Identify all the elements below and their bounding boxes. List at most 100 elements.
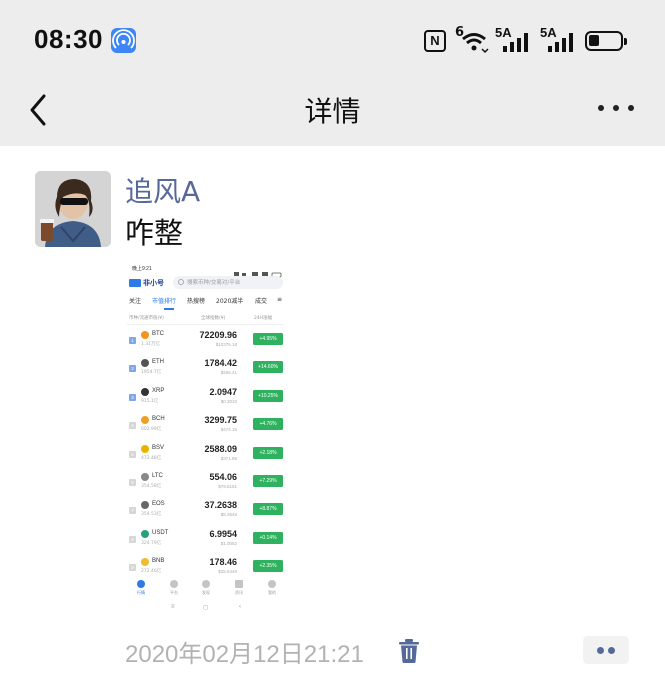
news-icon bbox=[235, 580, 243, 588]
signal-icon: 5A bbox=[495, 25, 535, 55]
coin-row: 4 BCH 602.99亿 3299.75 $474.15 +4.76% bbox=[123, 413, 288, 441]
dot bbox=[613, 105, 619, 111]
profile-icon bbox=[268, 580, 276, 588]
menu-icon: ≡ bbox=[277, 296, 283, 303]
bottom-tab: 发现 bbox=[196, 580, 216, 596]
post-timestamp: 2020年02月12日21:21 bbox=[125, 641, 364, 668]
image-tab-underline bbox=[164, 308, 174, 310]
chart-icon bbox=[137, 580, 145, 588]
coin-row: 8 USDT 324.79亿 6.9954 $1.0052 +0.14% bbox=[123, 527, 288, 555]
coin-usd-price: $256.41 bbox=[220, 370, 237, 376]
coin-change-badge: +7.29% bbox=[253, 475, 283, 487]
image-tab: 热搜榜 bbox=[187, 298, 206, 305]
coin-icon bbox=[141, 416, 149, 425]
image-tab-active: 市值排行 bbox=[152, 298, 177, 305]
coin-change-badge: +8.87% bbox=[253, 503, 283, 516]
discover-icon bbox=[202, 580, 210, 588]
coin-price: 178.46 bbox=[209, 557, 237, 568]
trash-icon[interactable] bbox=[398, 638, 420, 664]
dot bbox=[608, 647, 615, 654]
image-tab: 成交 bbox=[255, 298, 268, 305]
coin-market-cap: 602.99亿 bbox=[141, 427, 162, 433]
image-app-name: 非小号 bbox=[143, 279, 164, 287]
status-bar: 08:30 N 6 5A 5A bbox=[0, 0, 665, 80]
coin-change-badge: +10.25% bbox=[253, 389, 283, 402]
coin-symbol: XRP bbox=[152, 387, 165, 394]
coin-row: 7 EOS 354.53亿 37.2638 $5.3546 +8.87% bbox=[123, 498, 288, 526]
signal-icon: 5A bbox=[540, 25, 580, 55]
image-bottom-tabs: 行情 平台 发现 资讯 我的 bbox=[123, 580, 288, 602]
battery-nub bbox=[624, 38, 627, 45]
coin-icon bbox=[141, 558, 149, 567]
more-dots-icon[interactable] bbox=[596, 100, 636, 116]
coin-market-cap: 472.48亿 bbox=[141, 455, 162, 461]
col-header: 币种/流通市值(¥) bbox=[129, 316, 164, 321]
coin-change-badge: +2.18% bbox=[253, 446, 283, 459]
rank-badge: 6 bbox=[129, 479, 136, 486]
coin-market-cap: 915.1亿 bbox=[141, 398, 159, 404]
home-icon: ◻ bbox=[203, 605, 208, 611]
menu-icon: ≡ bbox=[171, 604, 175, 610]
coin-icon bbox=[141, 331, 149, 339]
post-image[interactable]: 晚上9:21 非小号 搜索币种/交易对/平台 关注 市值排行 热搜榜 2020减… bbox=[123, 262, 288, 618]
hotspot-icon bbox=[111, 28, 136, 53]
logo-mark-icon bbox=[129, 279, 141, 287]
image-status-icons bbox=[234, 265, 282, 278]
image-status-time: 晚上9:21 bbox=[132, 266, 152, 272]
wifi-label: 6 bbox=[455, 25, 465, 40]
coin-symbol: ETH bbox=[152, 359, 164, 366]
username[interactable]: 追风A bbox=[125, 170, 200, 210]
coin-price: 6.9954 bbox=[209, 528, 237, 539]
rank-badge: 7 bbox=[129, 507, 136, 515]
image-app-logo: 非小号 bbox=[129, 278, 165, 288]
coin-row: 2 ETH 1954.7亿 1784.42 $256.41 +14.60% bbox=[123, 356, 288, 384]
image-tabs: 关注 市值排行 热搜榜 2020减半 成交 ≡ bbox=[123, 296, 288, 310]
back-icon: ‹ bbox=[239, 604, 241, 610]
search-icon bbox=[178, 279, 184, 285]
bottom-tab-label: 平台 bbox=[170, 590, 178, 595]
battery-icon bbox=[585, 31, 627, 51]
battery-fill bbox=[589, 35, 599, 46]
coin-symbol: BTC bbox=[152, 331, 164, 337]
bottom-tab-label: 行情 bbox=[137, 590, 145, 595]
coin-row: 3 XRP 915.1亿 2.0947 $0.3010 +10.25% bbox=[123, 385, 288, 413]
coin-symbol: BNB bbox=[152, 558, 165, 565]
wifi-icon: 6 bbox=[455, 25, 489, 55]
coin-market-cap: 1954.7亿 bbox=[141, 370, 162, 376]
coin-usd-price: $474.15 bbox=[220, 427, 237, 433]
coin-symbol: BSV bbox=[152, 444, 165, 451]
image-search-placeholder: 搜索币种/交易对/平台 bbox=[187, 280, 241, 286]
dot bbox=[598, 105, 604, 111]
coin-price: 3299.75 bbox=[204, 415, 237, 426]
coin-usd-price: $371.89 bbox=[220, 455, 237, 461]
coin-market-cap: 1.31万亿 bbox=[141, 342, 161, 347]
coin-price: 37.2638 bbox=[204, 500, 237, 511]
coin-usd-price: $10376.18 bbox=[215, 342, 237, 347]
coin-row: 5 BSV 472.48亿 2588.09 $371.89 +2.18% bbox=[123, 442, 288, 470]
coin-price: 1784.42 bbox=[204, 358, 237, 369]
bottom-tab: 平台 bbox=[164, 580, 184, 596]
rank-badge: 4 bbox=[129, 422, 136, 430]
bottom-tab: 我的 bbox=[262, 580, 282, 596]
rank-badge: 1 bbox=[129, 337, 136, 344]
avatar[interactable] bbox=[35, 171, 111, 247]
rank-badge: 5 bbox=[129, 450, 136, 458]
coin-icon bbox=[141, 359, 149, 368]
coin-market-cap: 354.53亿 bbox=[141, 512, 162, 518]
coin-icon bbox=[141, 473, 149, 481]
coin-change-badge: +2.35% bbox=[253, 560, 283, 573]
coin-row: 1 BTC 1.31万亿 72209.96 $10376.18 +4.95% bbox=[123, 328, 288, 356]
coin-price: 554.06 bbox=[209, 472, 237, 482]
divider bbox=[127, 324, 284, 325]
rank-badge: 3 bbox=[129, 393, 136, 401]
coin-icon bbox=[141, 444, 149, 453]
coin-symbol: BCH bbox=[152, 416, 165, 423]
comment-dots-icon[interactable] bbox=[583, 636, 629, 664]
bottom-tab: 行情 bbox=[131, 580, 151, 596]
image-search-input: 搜索币种/交易对/平台 bbox=[173, 276, 283, 289]
coin-icon bbox=[141, 529, 149, 538]
coin-change-badge: +14.60% bbox=[253, 361, 283, 374]
coin-icon bbox=[141, 387, 149, 396]
coin-usd-price: $79.6151 bbox=[218, 484, 237, 489]
coin-price: 72209.96 bbox=[199, 330, 237, 340]
